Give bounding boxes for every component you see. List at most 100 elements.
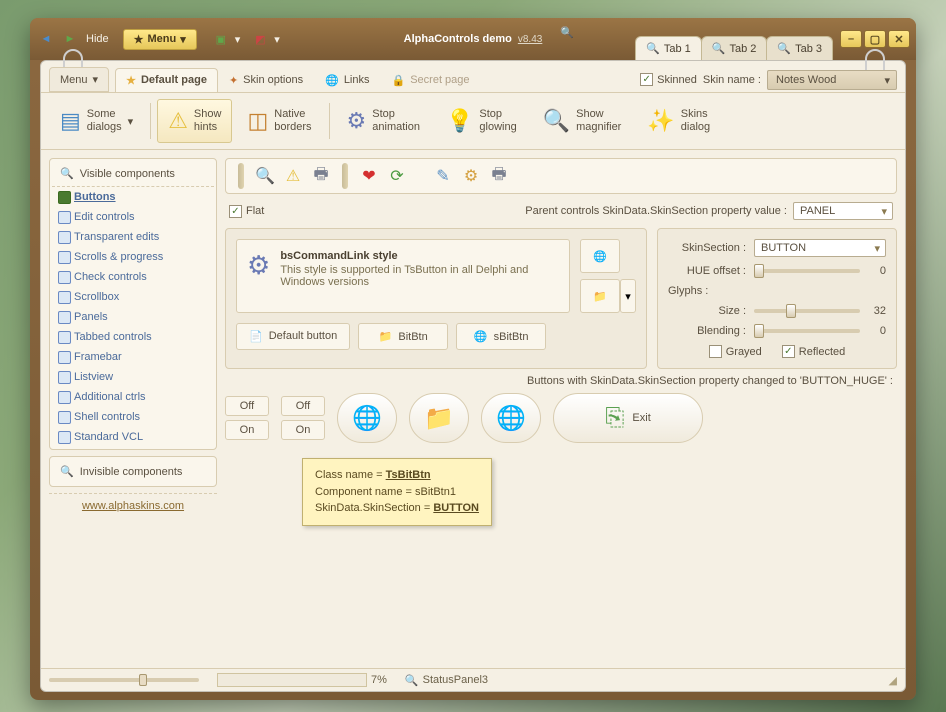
edit-icon[interactable]: ✎ [432, 165, 454, 187]
stop-glowing-button[interactable]: 💡Stopglowing [435, 99, 528, 143]
skin-icon: ✨ [647, 108, 674, 134]
some-dialogs-button[interactable]: ▤Somedialogs▾ [49, 99, 144, 143]
skinsection-label: SkinSection : [668, 242, 746, 254]
hide-label[interactable]: Hide [86, 33, 109, 45]
sidebar: 🔍Visible components Buttons Edit control… [49, 158, 217, 660]
sidebar-item-tabbed[interactable]: Tabbed controls [52, 327, 214, 347]
top-tab-1[interactable]: 🔍Tab 1 [635, 36, 702, 60]
resize-grip-icon[interactable]: ◢ [889, 674, 897, 687]
huge-globe-button[interactable]: 🌐 [337, 393, 397, 443]
toggle-off-1[interactable]: Off [225, 396, 269, 416]
magnifier-icon: 🔍 [712, 42, 726, 55]
website-link[interactable]: www.alphaskins.com [49, 493, 217, 518]
sidebar-item-standard-vcl[interactable]: Standard VCL [52, 427, 214, 447]
separator [329, 103, 330, 139]
skinned-checkbox[interactable]: ✓Skinned [640, 73, 697, 86]
refresh-icon[interactable]: ⟳ [386, 165, 408, 187]
sidebar-item-buttons[interactable]: Buttons [52, 187, 214, 207]
sidebar-item-framebar[interactable]: Framebar [52, 347, 214, 367]
visible-components-header[interactable]: 🔍Visible components [52, 161, 214, 187]
chevron-down-icon: ▾ [235, 33, 241, 46]
page-menu-button[interactable]: Menu ▾ [49, 67, 109, 92]
sidebar-item-scrolls[interactable]: Scrolls & progress [52, 247, 214, 267]
sidebar-item-scrollbox[interactable]: Scrollbox [52, 287, 214, 307]
show-hints-button[interactable]: ⚠Showhints [157, 99, 232, 143]
forward-button[interactable]: ► [60, 29, 80, 49]
skins-dialog-button[interactable]: ✨Skinsdialog [636, 99, 721, 143]
globe-button[interactable]: 🌐 [580, 239, 620, 273]
paper-area: Menu ▾ ★Default page ✦Skin options 🌐Link… [40, 60, 906, 692]
titlebar: ◄ ► Hide ★ Menu ▾ ▣ ▾ ◩ ▾ AlphaControls … [30, 18, 916, 60]
toggle-on-2[interactable]: On [281, 420, 325, 440]
minimize-button[interactable]: – [840, 30, 862, 48]
tab-secret-page[interactable]: 🔒Secret page [381, 68, 481, 92]
chevron-down-icon: ▾ [180, 33, 186, 46]
gear-icon[interactable]: ⚙ [460, 165, 482, 187]
top-tab-2[interactable]: 🔍Tab 2 [701, 36, 768, 60]
tab-links[interactable]: 🌐Links [314, 68, 380, 92]
magnifier-icon[interactable]: 🔍 [560, 26, 574, 39]
parent-section-select[interactable]: PANEL [793, 202, 893, 220]
sidebar-item-transparent-edits[interactable]: Transparent edits [52, 227, 214, 247]
toolbar-button-1[interactable]: ▣ [211, 29, 231, 49]
folder-button[interactable]: 📁 [580, 279, 620, 313]
grayed-checkbox[interactable]: Grayed [709, 345, 762, 358]
skinsection-select[interactable]: BUTTON [754, 239, 886, 257]
hue-slider[interactable] [754, 269, 860, 273]
bitbtn-button[interactable]: 📁BitBtn [358, 323, 448, 350]
top-tab-3[interactable]: 🔍Tab 3 [766, 36, 833, 60]
star-icon: ★ [126, 74, 136, 87]
progress-bar [217, 673, 367, 687]
size-value: 32 [868, 305, 886, 317]
toggle-off-2[interactable]: Off [281, 396, 325, 416]
sidebar-item-additional[interactable]: Additional ctrls [52, 387, 214, 407]
magnifier-icon: 🔍 [60, 465, 74, 478]
gears-icon: ⚙ [347, 108, 367, 134]
sidebar-item-panels[interactable]: Panels [52, 307, 214, 327]
bulb-icon: 💡 [446, 108, 473, 134]
status-slider[interactable] [49, 678, 199, 682]
command-link-button[interactable]: ⚙ bsCommandLink style This style is supp… [236, 239, 570, 313]
flat-checkbox[interactable]: ✓Flat [229, 205, 264, 218]
maximize-button[interactable]: ▢ [864, 30, 886, 48]
hint-tooltip: Class name = TsBitBtn Component name = s… [302, 458, 492, 526]
printer-icon[interactable]: 🖶 [488, 165, 510, 187]
magnifier-icon[interactable]: 🔍 [254, 165, 276, 187]
toolbar-button-2[interactable]: ◩ [250, 29, 270, 49]
tab-skin-options[interactable]: ✦Skin options [218, 68, 314, 92]
skin-name-select[interactable]: Notes Wood [767, 70, 897, 90]
sidebar-item-shell[interactable]: Shell controls [52, 407, 214, 427]
default-button[interactable]: 📄Default button [236, 323, 350, 350]
sidebar-item-edit-controls[interactable]: Edit controls [52, 207, 214, 227]
printer-icon[interactable]: 🖶 [310, 165, 332, 187]
heart-icon[interactable]: ❤ [358, 165, 380, 187]
window-title: AlphaControls demo v8.43 [404, 33, 543, 45]
size-slider[interactable] [754, 309, 860, 313]
huge-folder-button[interactable]: 📁 [409, 393, 469, 443]
sbitbtn-button[interactable]: 🌐sBitBtn [456, 323, 546, 350]
exit-button[interactable]: ⎘Exit [553, 393, 703, 443]
menu-button[interactable]: ★ Menu ▾ [123, 29, 197, 50]
close-button[interactable]: ✕ [888, 30, 910, 48]
toggle-on-1[interactable]: On [225, 420, 269, 440]
dropdown-button[interactable]: ▾ [620, 279, 636, 313]
magnifier-icon: 🔍 [543, 108, 570, 134]
parent-section-label: Parent controls SkinData.SkinSection pro… [525, 205, 787, 217]
show-magnifier-button[interactable]: 🔍Showmagnifier [532, 99, 633, 143]
version-link[interactable]: v8.43 [518, 34, 542, 45]
invisible-components-header[interactable]: 🔍Invisible components [52, 459, 214, 484]
tab-default-page[interactable]: ★Default page [115, 68, 218, 92]
sidebar-item-listview[interactable]: Listview [52, 367, 214, 387]
stop-animation-button[interactable]: ⚙Stopanimation [336, 99, 431, 143]
globe-icon: 🌐 [593, 250, 607, 263]
blending-slider[interactable] [754, 329, 860, 333]
reflected-checkbox[interactable]: ✓Reflected [782, 345, 845, 358]
folder-icon: 📁 [379, 330, 393, 343]
back-button[interactable]: ◄ [36, 29, 56, 49]
sidebar-item-check-controls[interactable]: Check controls [52, 267, 214, 287]
huge-globe2-button[interactable]: 🌐 [481, 393, 541, 443]
native-borders-button[interactable]: ◫Nativeborders [236, 99, 322, 143]
warning-icon[interactable]: ⚠ [282, 165, 304, 187]
chevron-down-icon: ▾ [274, 33, 280, 46]
magnifier-icon: 🔍 [646, 42, 660, 55]
